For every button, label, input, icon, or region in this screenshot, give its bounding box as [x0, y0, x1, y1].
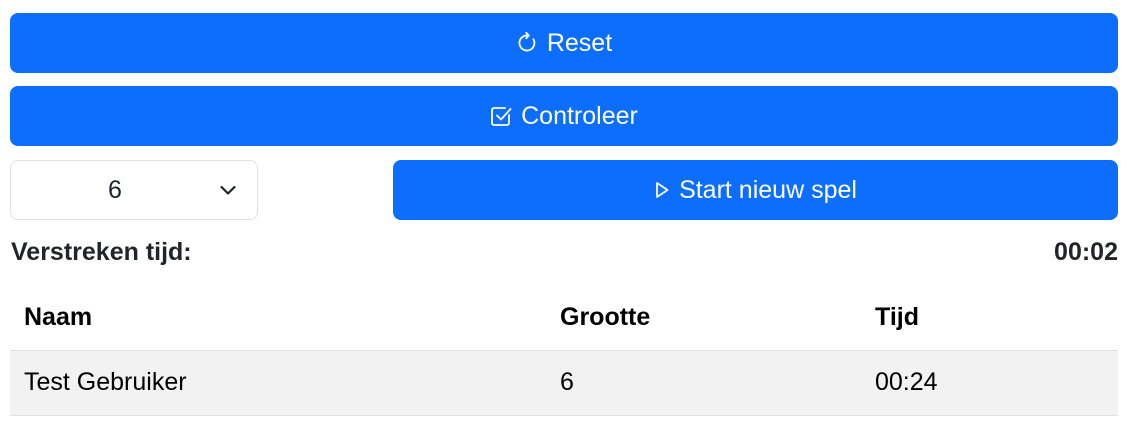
cell-size: 6 [546, 350, 861, 416]
column-header-name: Naam [10, 286, 546, 351]
size-select-value: 6 [108, 175, 122, 204]
scores-table: Naam Grootte Tijd Test Gebruiker 6 00:24 [10, 286, 1118, 416]
elapsed-time-value: 00:02 [1054, 238, 1118, 266]
elapsed-time-label: Verstreken tijd: [11, 238, 192, 266]
size-select[interactable]: 6 [10, 160, 258, 220]
check-square-icon [490, 105, 512, 127]
table-header-row: Naam Grootte Tijd [10, 286, 1118, 351]
play-icon [654, 181, 670, 199]
check-label: Controleer [521, 101, 638, 130]
reset-label: Reset [546, 28, 613, 57]
column-header-time: Tijd [861, 286, 1118, 351]
check-button[interactable]: Controleer [10, 86, 1118, 146]
reset-button[interactable]: Reset [10, 13, 1118, 73]
rotate-cw-icon [516, 32, 538, 54]
start-label: Start nieuw spel [679, 175, 857, 204]
table-row: Test Gebruiker 6 00:24 [10, 350, 1118, 416]
chevron-down-icon [219, 181, 237, 204]
cell-time: 00:24 [861, 350, 1118, 416]
game-panel: Reset Controleer 6 Start nieuw spel Vers… [0, 0, 1134, 438]
start-new-game-button[interactable]: Start nieuw spel [393, 160, 1118, 220]
cell-name: Test Gebruiker [10, 350, 546, 416]
column-header-size: Grootte [546, 286, 861, 351]
